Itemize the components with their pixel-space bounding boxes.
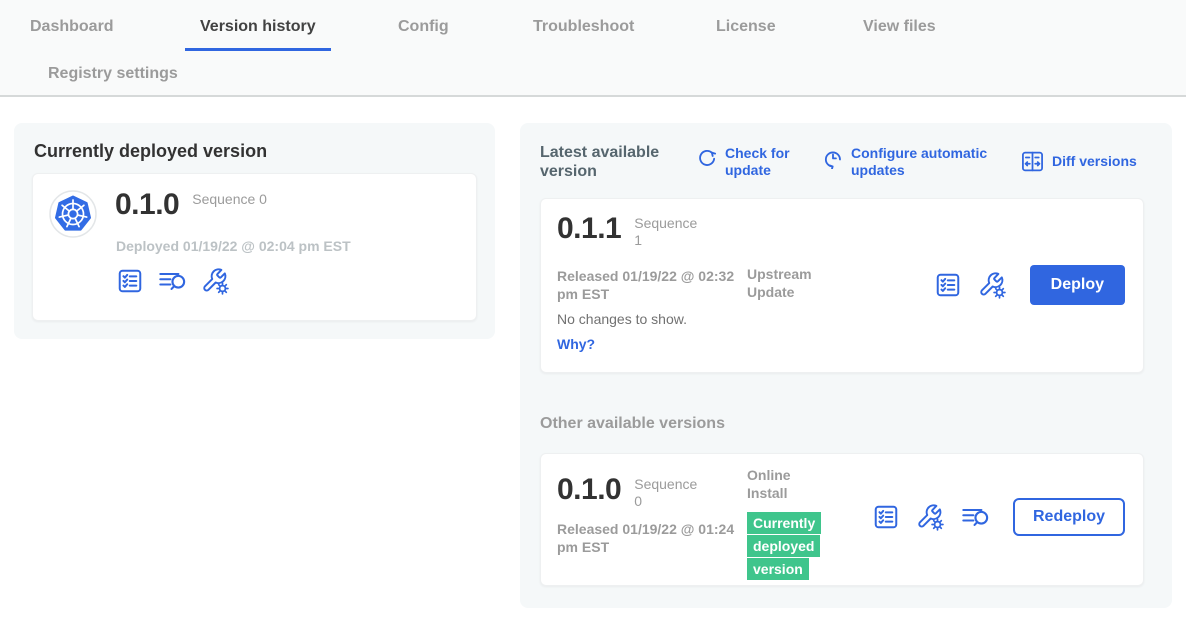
diff-versions-link[interactable]: Diff versions — [1020, 149, 1137, 174]
diff-icon — [1020, 149, 1045, 174]
currently-deployed-card: 0.1.0 Sequence 0 Deployed 01/19/22 @ 02:… — [32, 173, 477, 321]
other-sequence-label: Sequence 0 — [634, 476, 704, 510]
currently-deployed-badge-wrap: Currently deployed version — [747, 512, 829, 581]
other-released-timestamp: Released 01/19/22 @ 01:24 pm EST — [557, 520, 735, 556]
configure-automatic-updates-label: Configure automatic updates — [851, 145, 1001, 179]
latest-sequence-label: Sequence 1 — [634, 215, 704, 249]
config-icon[interactable] — [977, 270, 1007, 300]
refresh-icon — [696, 147, 718, 169]
other-available-versions-heading: Other available versions — [540, 415, 725, 433]
redeploy-button[interactable]: Redeploy — [1013, 498, 1125, 536]
kubernetes-logo-icon — [49, 190, 97, 238]
tab-dashboard[interactable]: Dashboard — [15, 15, 129, 48]
tab-registry-settings[interactable]: Registry settings — [33, 62, 193, 95]
currently-deployed-panel: Currently deployed version 0.1.0 Sequenc… — [14, 123, 495, 339]
latest-version-number: 0.1.1 — [557, 213, 621, 245]
latest-available-panel: Latest available version Check for updat… — [520, 123, 1172, 608]
check-for-update-label: Check for update — [725, 145, 800, 179]
latest-available-title: Latest available version — [540, 143, 678, 181]
current-version-number: 0.1.0 — [115, 189, 179, 221]
check-for-update-link[interactable]: Check for update — [696, 145, 800, 179]
other-version-card: 0.1.0 Sequence 0 Online Install Released… — [540, 453, 1144, 586]
no-changes-text: No changes to show. — [557, 311, 687, 327]
preflight-checks-icon[interactable] — [872, 503, 900, 531]
config-icon[interactable] — [200, 266, 230, 296]
preflight-checks-icon[interactable] — [116, 267, 144, 295]
deploy-logs-icon[interactable] — [960, 503, 990, 531]
tab-view-files[interactable]: View files — [848, 15, 951, 48]
config-icon[interactable] — [915, 502, 945, 532]
tab-version-history[interactable]: Version history — [185, 15, 331, 51]
deployed-timestamp: Deployed 01/19/22 @ 02:04 pm EST — [116, 238, 351, 254]
currently-deployed-title: Currently deployed version — [34, 141, 267, 162]
deploy-button[interactable]: Deploy — [1030, 265, 1125, 305]
configure-automatic-updates-link[interactable]: Configure automatic updates — [822, 145, 1001, 179]
tab-troubleshoot[interactable]: Troubleshoot — [518, 15, 649, 48]
current-sequence-label: Sequence 0 — [192, 191, 267, 208]
auto-update-icon — [822, 147, 844, 169]
preflight-checks-icon[interactable] — [934, 271, 962, 299]
other-version-number: 0.1.0 — [557, 474, 621, 506]
latest-source-label: Upstream Update — [747, 265, 837, 301]
latest-released-timestamp: Released 01/19/22 @ 02:32 pm EST — [557, 267, 735, 303]
tab-license[interactable]: License — [701, 15, 791, 48]
other-source-label: Online Install — [747, 466, 809, 502]
currently-deployed-badge: Currently deployed version — [747, 512, 821, 580]
top-navigation: Dashboard Version history Config Trouble… — [0, 0, 1186, 97]
tab-config[interactable]: Config — [383, 15, 464, 48]
why-link[interactable]: Why? — [557, 336, 595, 352]
latest-version-card: 0.1.1 Sequence 1 Released 01/19/22 @ 02:… — [540, 198, 1144, 373]
diff-versions-label: Diff versions — [1052, 153, 1137, 170]
deploy-logs-icon[interactable] — [157, 267, 187, 295]
